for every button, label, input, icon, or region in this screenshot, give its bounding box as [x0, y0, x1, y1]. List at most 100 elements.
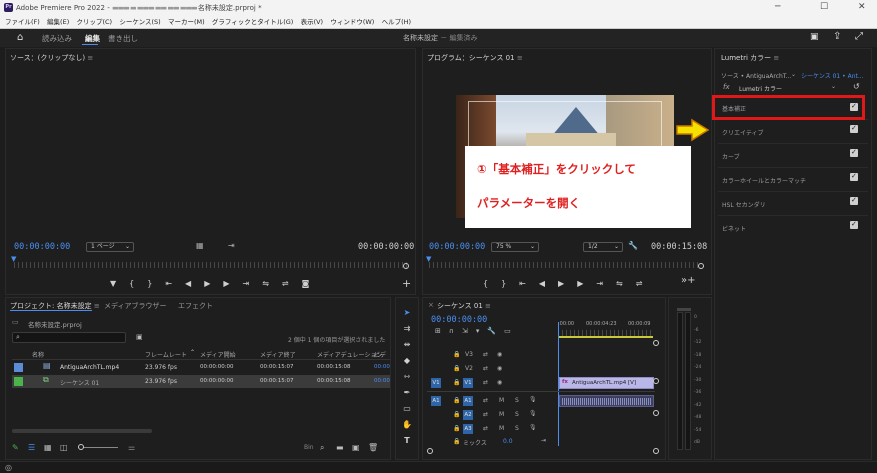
- track-select-tool-icon[interactable]: ⇉: [402, 324, 412, 334]
- menu-marker[interactable]: マーカー(M): [168, 16, 205, 28]
- timeline-close-icon[interactable]: ×: [428, 301, 434, 309]
- icon-view-icon[interactable]: ▦: [44, 443, 52, 452]
- settings-icon[interactable]: ▦: [196, 241, 204, 250]
- solo-button[interactable]: S: [515, 411, 519, 418]
- trash-icon[interactable]: 🗑: [368, 443, 378, 452]
- quick-export-icon[interactable]: ▣: [810, 32, 819, 42]
- lumetri-section-color-wheels[interactable]: カラーホイールとカラーマッチ: [718, 168, 868, 192]
- col-duration[interactable]: メディアデュレーション: [317, 350, 382, 359]
- audio-scroll-handle[interactable]: [653, 410, 659, 416]
- col-name[interactable]: 名称: [32, 350, 44, 359]
- page-select[interactable]: 1 ページ ⌄: [86, 242, 134, 252]
- list-view-icon[interactable]: ☰: [28, 443, 35, 452]
- freeform-view-icon[interactable]: ◫: [60, 443, 68, 452]
- timeline-timecode[interactable]: 00:00:00:00: [431, 315, 487, 325]
- sort-ascending-icon[interactable]: ⌃: [190, 349, 195, 356]
- rectangle-tool-icon[interactable]: ▭: [402, 404, 412, 414]
- lumetri-section-creative[interactable]: クリエイティブ: [718, 120, 868, 144]
- program-add-button[interactable]: »+: [681, 275, 696, 286]
- h-scroll-right-handle[interactable]: [653, 448, 659, 454]
- timeline-toolbar[interactable]: ⊞∩⇲▾🔧▭: [435, 327, 519, 335]
- close-button[interactable]: ✕: [858, 2, 866, 12]
- sync-icon[interactable]: ⇄: [483, 379, 488, 386]
- col-video[interactable]: ビデ: [374, 350, 386, 359]
- lumetri-section-vignette[interactable]: ビネット: [718, 216, 868, 240]
- solo-button[interactable]: S: [515, 397, 519, 404]
- zoom-select[interactable]: 75 % ⌄: [491, 242, 539, 252]
- program-zoom-handle[interactable]: [698, 263, 704, 269]
- new-item-icon[interactable]: ▣: [352, 443, 360, 452]
- lock-icon[interactable]: 🔒: [453, 438, 460, 445]
- menu-sequence[interactable]: シーケンス(S): [119, 16, 160, 28]
- sync-icon[interactable]: ⇄: [483, 365, 488, 372]
- program-ruler[interactable]: [429, 262, 701, 268]
- eye-icon[interactable]: ◉: [497, 351, 502, 358]
- slip-tool-icon[interactable]: ⇿: [402, 372, 412, 382]
- menu-graphics[interactable]: グラフィックとタイトル(G): [212, 16, 293, 28]
- mic-icon[interactable]: 🎙: [529, 410, 537, 417]
- type-tool-icon[interactable]: T: [402, 436, 412, 446]
- lock-icon[interactable]: 🔒: [453, 351, 460, 358]
- menu-file[interactable]: ファイル(F): [5, 16, 40, 28]
- sync-icon[interactable]: ⇄: [483, 425, 488, 432]
- track-label[interactable]: A2: [463, 410, 473, 420]
- source-patch-a1[interactable]: A1: [431, 396, 441, 406]
- menu-clip[interactable]: クリップ(C): [76, 16, 112, 28]
- sort-icon[interactable]: ⚌: [128, 443, 135, 452]
- solo-button[interactable]: S: [515, 425, 519, 432]
- quality-select[interactable]: 1/2 ⌄: [583, 242, 623, 252]
- sync-icon[interactable]: ⇄: [483, 411, 488, 418]
- eye-icon[interactable]: ◉: [497, 379, 502, 386]
- wrench-icon[interactable]: 🔧: [628, 241, 638, 250]
- lumetri-source-label[interactable]: ソース • AntiguaArchT...: [721, 71, 791, 80]
- sync-icon[interactable]: ⇄: [483, 351, 488, 358]
- find-icon[interactable]: ⌕: [320, 443, 324, 453]
- program-transport-controls[interactable]: {}⇤◀▶▶⇥⇋⇌: [483, 279, 655, 288]
- work-area-bar[interactable]: [558, 336, 653, 338]
- zoom-slider-track[interactable]: [78, 447, 118, 448]
- section-checkbox[interactable]: [850, 220, 858, 229]
- minimize-button[interactable]: ─: [775, 2, 780, 12]
- section-checkbox[interactable]: [850, 196, 858, 205]
- lock-icon[interactable]: 🔒: [453, 425, 460, 432]
- pen-tool-icon[interactable]: ✒: [402, 388, 412, 398]
- bin-icon[interactable]: ▣: [136, 333, 143, 341]
- lock-icon[interactable]: 🔒: [453, 397, 460, 404]
- lock-icon[interactable]: 🔒: [453, 365, 460, 372]
- h-scroll-left-handle[interactable]: [427, 448, 433, 454]
- lock-icon[interactable]: 🔒: [453, 411, 460, 418]
- fx-dropdown-icon[interactable]: ⌄: [831, 83, 836, 90]
- marker-icon[interactable]: ⇥: [228, 241, 235, 250]
- home-icon[interactable]: ⌂: [17, 32, 23, 43]
- lumetri-source-dropdown-icon[interactable]: ⌄: [791, 71, 796, 78]
- pencil-icon[interactable]: ✎: [12, 443, 19, 452]
- mute-button[interactable]: M: [499, 397, 504, 404]
- bin-label-icon[interactable]: Bin: [304, 444, 314, 451]
- timeline-scroll-handle[interactable]: [653, 340, 659, 346]
- lumetri-sequence-label[interactable]: シーケンス 01 • Ant...: [801, 71, 864, 80]
- selection-tool-icon[interactable]: ➤: [402, 308, 412, 318]
- lumetri-section-hsl[interactable]: HSL セカンダリ: [718, 192, 868, 216]
- effects-tab[interactable]: エフェクト: [178, 301, 213, 311]
- program-playhead[interactable]: ▼: [426, 255, 431, 263]
- maximize-button[interactable]: ☐: [820, 2, 828, 12]
- source-add-button[interactable]: +: [402, 277, 411, 290]
- table-row[interactable]: ▤ AntiguaArchTL.mp4 23.976 fps 00:00:00:…: [12, 361, 390, 374]
- section-checkbox[interactable]: [850, 124, 858, 133]
- fullscreen-icon[interactable]: ⤢: [855, 31, 863, 42]
- mute-button[interactable]: M: [499, 425, 504, 432]
- section-checkbox[interactable]: [850, 148, 858, 157]
- go-to-end-icon[interactable]: ⇥: [541, 437, 546, 444]
- source-ruler[interactable]: [14, 262, 408, 268]
- zoom-slider-handle[interactable]: [78, 444, 84, 450]
- lumetri-fx-label[interactable]: Lumetri カラー: [739, 84, 782, 93]
- menu-window[interactable]: ウィンドウ(W): [330, 16, 374, 28]
- search-input[interactable]: ⌕: [12, 332, 126, 343]
- mute-button[interactable]: M: [499, 411, 504, 418]
- section-checkbox[interactable]: [850, 172, 858, 181]
- hand-tool-icon[interactable]: ✋: [402, 420, 412, 430]
- source-patch-v1[interactable]: V1: [431, 378, 441, 388]
- source-transport-controls[interactable]: ▼{}⇤◀▶▶⇥⇋⇌◙: [110, 279, 322, 288]
- share-icon[interactable]: ⇪: [833, 31, 841, 42]
- source-timecode-left[interactable]: 00:00:00:00: [14, 242, 70, 252]
